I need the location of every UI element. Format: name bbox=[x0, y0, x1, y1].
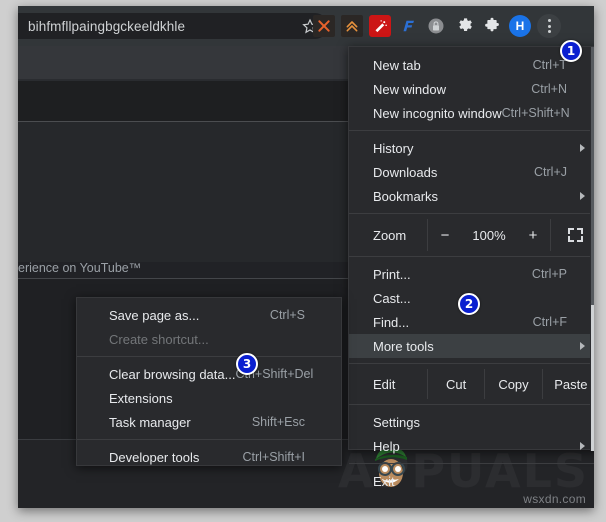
browser-window: erience on YouTube™ APPUALS bihfmfllpain… bbox=[18, 6, 594, 508]
submenu-item-save-page-as[interactable]: Save page as... Ctrl+S bbox=[77, 303, 341, 327]
menu-item-label: Find... bbox=[373, 315, 409, 330]
menu-item-print[interactable]: Print... Ctrl+P bbox=[349, 262, 594, 286]
address-bar[interactable]: bihfmfllpaingbgckeeldkhle bbox=[18, 13, 328, 39]
submenu-item-clear-browsing-data[interactable]: Clear browsing data... Ctrl+Shift+Del bbox=[77, 362, 341, 386]
gear-extension-icon[interactable] bbox=[453, 15, 475, 37]
lock-extension-icon[interactable] bbox=[425, 15, 447, 37]
chevron-right-icon bbox=[580, 442, 585, 450]
fullscreen-icon bbox=[568, 228, 583, 242]
more-tools-submenu: Save page as... Ctrl+S Create shortcut..… bbox=[76, 297, 342, 466]
screenshot-root: erience on YouTube™ APPUALS bihfmfllpain… bbox=[0, 0, 606, 522]
menu-item-new-incognito-window[interactable]: New incognito window Ctrl+Shift+N bbox=[349, 101, 594, 125]
menu-item-shortcut: Ctrl+T bbox=[533, 58, 587, 72]
profile-avatar[interactable]: H bbox=[509, 15, 531, 37]
menu-item-label: Extensions bbox=[109, 391, 173, 406]
zoom-in-button[interactable]: + bbox=[516, 227, 550, 244]
menu-item-label: Help bbox=[373, 439, 400, 454]
puzzle-extensions-icon[interactable] bbox=[481, 15, 503, 37]
menu-item-history[interactable]: History bbox=[349, 136, 594, 160]
menu-scrollbar-track bbox=[591, 47, 594, 305]
menu-item-label: Save page as... bbox=[109, 308, 199, 323]
menu-item-label: Bookmarks bbox=[373, 189, 438, 204]
menu-separator bbox=[349, 363, 594, 364]
menu-item-shortcut: Ctrl+Shift+N bbox=[502, 106, 590, 120]
menu-item-label: Exit bbox=[373, 474, 395, 489]
address-bar-text: bihfmfllpaingbgckeeldkhle bbox=[28, 19, 185, 34]
callout-badge-2: 2 bbox=[458, 293, 480, 315]
menu-item-shortcut: Ctrl+N bbox=[531, 82, 587, 96]
menu-item-shortcut: Ctrl+P bbox=[532, 267, 587, 281]
menu-separator bbox=[77, 356, 341, 357]
zoom-level-value: 100% bbox=[462, 228, 516, 243]
menu-scrollbar-thumb[interactable] bbox=[591, 305, 594, 451]
menu-item-label: More tools bbox=[373, 339, 434, 354]
menu-item-exit[interactable]: Exit bbox=[349, 469, 594, 493]
browser-toolbar: bihfmfllpaingbgckeeldkhle bbox=[18, 6, 594, 46]
callout-badge-3: 3 bbox=[236, 353, 258, 375]
menu-edit-row: Edit Cut Copy Paste bbox=[349, 369, 594, 399]
menu-item-label: Downloads bbox=[373, 165, 437, 180]
edit-cut-button[interactable]: Cut bbox=[428, 377, 484, 392]
menu-item-shortcut: Ctrl+S bbox=[270, 308, 329, 322]
chrome-main-menu: New tab Ctrl+T New window Ctrl+N New inc… bbox=[348, 46, 594, 450]
edit-label: Edit bbox=[349, 377, 427, 392]
menu-item-help[interactable]: Help bbox=[349, 434, 594, 458]
menu-item-label: New incognito window bbox=[373, 106, 502, 121]
menu-item-label: Task manager bbox=[109, 415, 191, 430]
zoom-out-button[interactable]: − bbox=[428, 227, 462, 244]
menu-item-settings[interactable]: Settings bbox=[349, 410, 594, 434]
menu-item-label: Settings bbox=[373, 415, 420, 430]
submenu-item-extensions[interactable]: Extensions bbox=[77, 386, 341, 410]
menu-separator bbox=[349, 404, 594, 405]
menu-separator bbox=[349, 256, 594, 257]
menu-item-label: Cast... bbox=[373, 291, 411, 306]
chevron-right-icon bbox=[580, 192, 585, 200]
callout-badge-1: 1 bbox=[560, 40, 582, 62]
menu-item-shortcut: Ctrl+J bbox=[534, 165, 587, 179]
menu-separator bbox=[349, 213, 594, 214]
chrome-menu-button[interactable] bbox=[537, 14, 561, 38]
menu-item-label: New tab bbox=[373, 58, 421, 73]
menu-item-label: Create shortcut... bbox=[109, 332, 209, 347]
submenu-item-create-shortcut: Create shortcut... bbox=[77, 327, 341, 351]
submenu-item-developer-tools[interactable]: Developer tools Ctrl+Shift+I bbox=[77, 445, 341, 469]
menu-item-new-window[interactable]: New window Ctrl+N bbox=[349, 77, 594, 101]
menu-separator bbox=[349, 463, 594, 464]
menu-item-label: History bbox=[373, 141, 413, 156]
menu-item-shortcut: Shift+Esc bbox=[252, 415, 329, 429]
edit-copy-button[interactable]: Copy bbox=[485, 377, 541, 392]
fullscreen-button[interactable] bbox=[551, 228, 594, 242]
menu-scrollbar[interactable] bbox=[590, 47, 594, 451]
submenu-item-task-manager[interactable]: Task manager Shift+Esc bbox=[77, 410, 341, 434]
page-text-snippet: erience on YouTube™ bbox=[18, 261, 141, 275]
menu-item-new-tab[interactable]: New tab Ctrl+T bbox=[349, 53, 594, 77]
chevron-right-icon bbox=[580, 144, 585, 152]
menu-item-downloads[interactable]: Downloads Ctrl+J bbox=[349, 160, 594, 184]
menu-item-label: Developer tools bbox=[109, 450, 199, 465]
menu-separator bbox=[77, 439, 341, 440]
edit-paste-button[interactable]: Paste bbox=[543, 377, 594, 392]
f-extension-icon[interactable] bbox=[397, 15, 419, 37]
menu-item-label: Clear browsing data... bbox=[109, 367, 235, 382]
menu-item-shortcut: Ctrl+Shift+I bbox=[242, 450, 329, 464]
x-extension-icon[interactable] bbox=[313, 15, 335, 37]
menu-separator bbox=[349, 130, 594, 131]
extension-icons: H bbox=[313, 6, 561, 46]
menu-item-label: New window bbox=[373, 82, 446, 97]
zoom-label: Zoom bbox=[349, 228, 427, 243]
menu-item-shortcut: Ctrl+F bbox=[533, 315, 587, 329]
chevrons-up-extension-icon[interactable] bbox=[341, 15, 363, 37]
menu-item-more-tools[interactable]: More tools bbox=[349, 334, 594, 358]
chevron-right-icon bbox=[580, 342, 585, 350]
menu-zoom-row: Zoom − 100% + bbox=[349, 219, 594, 251]
menu-item-bookmarks[interactable]: Bookmarks bbox=[349, 184, 594, 208]
magic-wand-extension-icon[interactable] bbox=[369, 15, 391, 37]
menu-item-label: Print... bbox=[373, 267, 411, 282]
site-credit-watermark: wsxdn.com bbox=[523, 492, 586, 506]
